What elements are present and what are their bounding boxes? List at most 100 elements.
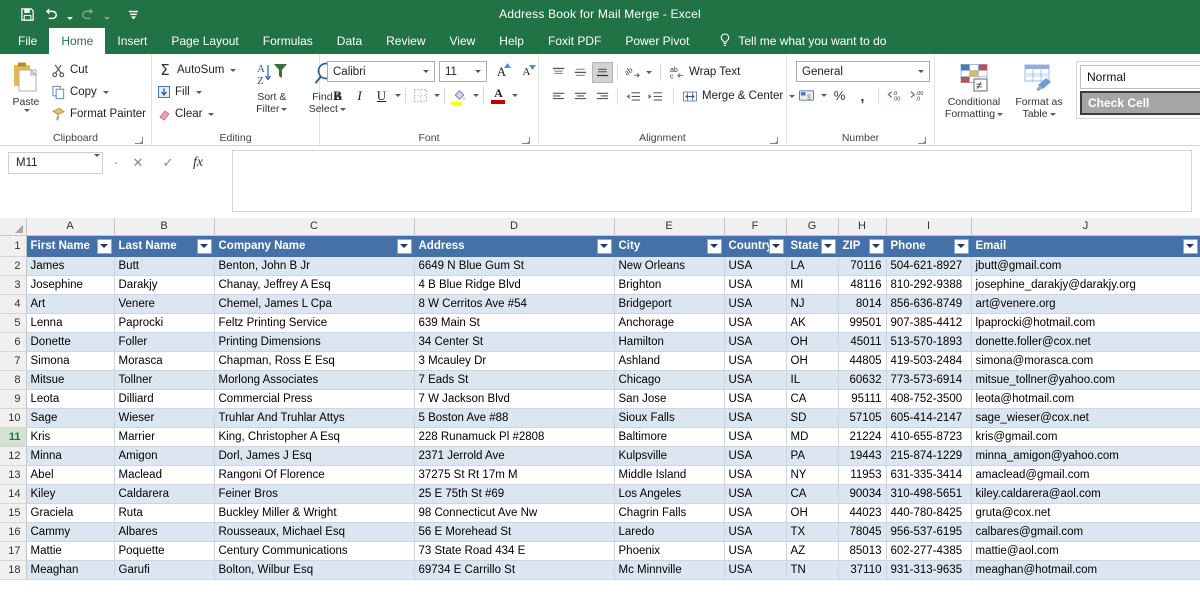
column-header-g[interactable]: G [786,218,838,235]
font-name-combobox[interactable]: Calibri [327,61,435,82]
cell-style-check-cell[interactable]: Check Cell [1080,91,1200,115]
cell-E9[interactable]: San Jose [614,389,724,408]
cell-J15[interactable]: gruta@cox.net [971,503,1200,522]
row-header-3[interactable]: 3 [0,275,26,294]
cell-I3[interactable]: 810-292-9388 [886,275,971,294]
cell-J16[interactable]: calbares@gmail.com [971,522,1200,541]
cell-A7[interactable]: Simona [26,351,114,370]
cell-C18[interactable]: Bolton, Wilbur Esq [214,560,414,579]
cell-C4[interactable]: Chemel, James L Cpa [214,294,414,313]
filter-dropdown-icon[interactable] [97,239,112,254]
insert-function-icon[interactable]: fx [183,152,213,174]
cell-D2[interactable]: 6649 N Blue Gum St [414,256,614,275]
wrap-text-button[interactable]: abc Wrap Text [669,61,740,83]
row-header-16[interactable]: 16 [0,522,26,541]
cell-A11[interactable]: Kris [26,427,114,446]
cell-H8[interactable]: 60632 [838,370,886,389]
row-header-17[interactable]: 17 [0,541,26,560]
cell-I5[interactable]: 907-385-4412 [886,313,971,332]
column-header-f[interactable]: F [724,218,786,235]
row-header-15[interactable]: 15 [0,503,26,522]
column-header-i[interactable]: I [886,218,971,235]
cell-F8[interactable]: USA [724,370,786,389]
cell-A12[interactable]: Minna [26,446,114,465]
fill-color-button[interactable] [449,85,470,106]
copy-button[interactable]: Copy [51,81,146,103]
orientation-button[interactable]: ab [622,62,643,83]
cell-A17[interactable]: Mattie [26,541,114,560]
cell-A16[interactable]: Cammy [26,522,114,541]
cell-C16[interactable]: Rousseaux, Michael Esq [214,522,414,541]
cell-B6[interactable]: Foller [114,332,214,351]
align-bottom-button[interactable] [592,62,613,83]
decrease-decimal-button[interactable]: .00.0 [907,85,928,106]
cell-D5[interactable]: 639 Main St [414,313,614,332]
column-header-c[interactable]: C [214,218,414,235]
confirm-check-icon[interactable]: ✓ [153,152,183,174]
cell-G13[interactable]: NY [786,465,838,484]
undo-dropdown-icon[interactable] [64,3,75,25]
cell-G2[interactable]: LA [786,256,838,275]
cell-C9[interactable]: Commercial Press [214,389,414,408]
cell-J10[interactable]: sage_wieser@cox.net [971,408,1200,427]
font-size-dropdown-icon[interactable] [471,62,484,81]
cell-C6[interactable]: Printing Dimensions [214,332,414,351]
tab-review[interactable]: Review [374,28,437,54]
format-painter-button[interactable]: Format Painter [51,103,146,125]
cell-I4[interactable]: 856-636-8749 [886,294,971,313]
cell-D8[interactable]: 7 Eads St [414,370,614,389]
paste-dropdown-icon[interactable] [24,109,30,112]
orientation-dropdown-icon[interactable] [646,71,652,74]
comma-style-button[interactable]: , [852,85,873,106]
row-header-8[interactable]: 8 [0,370,26,389]
decrease-indent-button[interactable] [622,86,643,107]
tell-me-search[interactable]: Tell me what you want to do [701,28,896,54]
font-name-dropdown-icon[interactable] [419,62,432,81]
cell-I6[interactable]: 513-570-1893 [886,332,971,351]
cell-F16[interactable]: USA [724,522,786,541]
cell-C15[interactable]: Buckley Miller & Wright [214,503,414,522]
accounting-number-format-button[interactable]: $ [796,85,817,106]
clear-button[interactable]: Clear [157,103,236,125]
cell-D13[interactable]: 37275 St Rt 17m M [414,465,614,484]
cell-E4[interactable]: Bridgeport [614,294,724,313]
fill-dropdown-icon[interactable] [196,91,202,94]
header-cell-state[interactable]: State [786,235,838,256]
cell-J12[interactable]: minna_amigon@yahoo.com [971,446,1200,465]
cell-G9[interactable]: CA [786,389,838,408]
cell-F14[interactable]: USA [724,484,786,503]
filter-dropdown-icon[interactable] [707,239,722,254]
cell-C8[interactable]: Morlong Associates [214,370,414,389]
align-top-button[interactable] [548,62,569,83]
cell-D12[interactable]: 2371 Jerrold Ave [414,446,614,465]
row-header-12[interactable]: 12 [0,446,26,465]
filter-dropdown-icon[interactable] [954,239,969,254]
cell-E13[interactable]: Middle Island [614,465,724,484]
cell-H2[interactable]: 70116 [838,256,886,275]
cell-H6[interactable]: 45011 [838,332,886,351]
font-dialog-launcher[interactable] [522,136,531,145]
format-as-table-dropdown-icon[interactable] [1050,113,1056,116]
cell-D10[interactable]: 5 Boston Ave #88 [414,408,614,427]
cell-C11[interactable]: King, Christopher A Esq [214,427,414,446]
cell-F15[interactable]: USA [724,503,786,522]
cell-H12[interactable]: 19443 [838,446,886,465]
font-color-button[interactable]: A [488,85,509,106]
column-header-a[interactable]: A [26,218,114,235]
cell-B14[interactable]: Caldarera [114,484,214,503]
cell-A13[interactable]: Abel [26,465,114,484]
font-size-combobox[interactable]: 11 [439,61,487,82]
cell-H3[interactable]: 48116 [838,275,886,294]
merge-and-center-button[interactable]: Merge & Center [682,85,795,107]
filter-dropdown-icon[interactable] [197,239,212,254]
undo-icon[interactable] [40,3,62,25]
tab-power-pivot[interactable]: Power Pivot [613,28,701,54]
cell-F5[interactable]: USA [724,313,786,332]
cell-style-normal[interactable]: Normal [1080,65,1200,89]
cell-D17[interactable]: 73 State Road 434 E [414,541,614,560]
cell-B11[interactable]: Marrier [114,427,214,446]
tab-file[interactable]: File [6,28,49,54]
cell-B15[interactable]: Ruta [114,503,214,522]
cell-I17[interactable]: 602-277-4385 [886,541,971,560]
cell-F7[interactable]: USA [724,351,786,370]
